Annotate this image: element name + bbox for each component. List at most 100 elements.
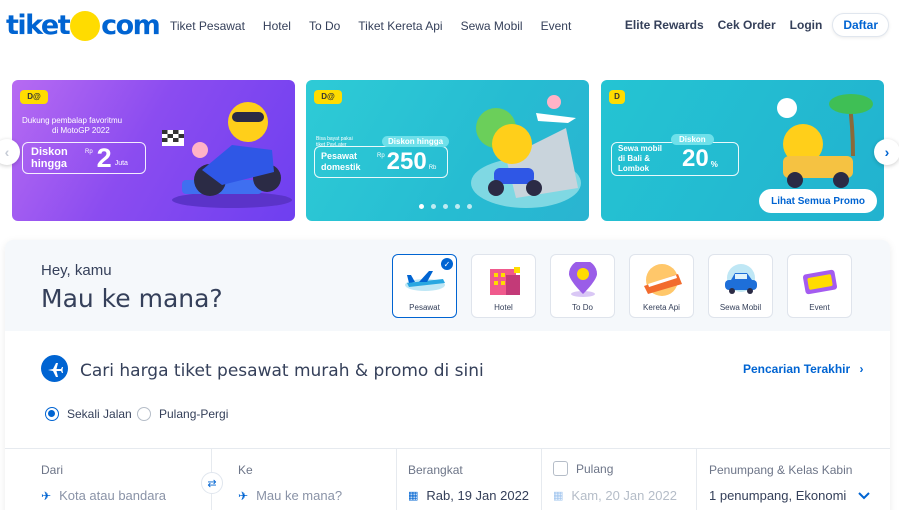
car-illustration: [777, 94, 873, 188]
logo-text-right: com: [101, 10, 161, 41]
calendar-icon: ▦: [408, 490, 419, 502]
product-selector: ✓ Pesawat Hotel To Do Kereta Api Sewa Mo…: [392, 254, 866, 318]
product-label: Kereta Api: [643, 303, 680, 312]
return-toggle[interactable]: Pulang: [553, 461, 613, 476]
promo-banner-pesawat[interactable]: D@ Bisa bayat pakai tiket PayLater Pesaw…: [306, 80, 589, 221]
carousel-dot[interactable]: [443, 204, 448, 209]
top-header: tiket com Tiket Pesawat Hotel To Do Tike…: [0, 0, 899, 56]
return-date-field[interactable]: Pulang ▦ Kam, 20 Jan 2022: [553, 448, 693, 510]
elite-rewards-link[interactable]: Elite Rewards: [625, 18, 704, 32]
swap-route-button[interactable]: ⇄: [201, 472, 223, 494]
banner-rp: Rp: [377, 153, 385, 159]
nav-event[interactable]: Event: [541, 18, 572, 34]
banner-rp: Rp: [85, 149, 93, 155]
banner-discount-pill: Sewa mobil di Bali & Lombok 20 %: [611, 142, 739, 176]
product-hotel[interactable]: Hotel: [471, 254, 536, 318]
logo-dot: [70, 11, 101, 41]
radio-checked-icon: [45, 407, 59, 421]
daftar-button[interactable]: Daftar: [832, 13, 889, 37]
banner-pill-title: Diskon: [671, 134, 714, 145]
airplane-icon: [403, 261, 447, 299]
passenger-dropdown[interactable]: 1 penumpang, Ekonomi: [709, 488, 871, 503]
depart-date-field[interactable]: Berangkat ▦ Rab, 19 Jan 2022: [408, 448, 542, 510]
search-headline: Cari harga tiket pesawat murah & promo d…: [80, 361, 484, 381]
banner-badge: D@: [314, 90, 342, 104]
banner-pill-title: Diskon hingga: [382, 136, 450, 147]
return-checkbox[interactable]: [553, 461, 568, 476]
main-nav: Tiket Pesawat Hotel To Do Tiket Kereta A…: [170, 18, 589, 34]
passenger-label: Penumpang & Kelas Kabin: [709, 463, 853, 477]
product-todo[interactable]: To Do: [550, 254, 615, 318]
carousel-dot[interactable]: [431, 204, 436, 209]
product-label: Sewa Mobil: [719, 303, 762, 312]
return-label: Pulang: [576, 461, 614, 476]
hotel-icon: [482, 261, 526, 299]
field-divider: [396, 448, 397, 510]
from-input[interactable]: ✈ Kota atau bandara: [41, 488, 166, 503]
takeoff-icon: ✈: [41, 488, 52, 503]
nav-sewa-mobil[interactable]: Sewa Mobil: [461, 18, 523, 34]
banner-discount-pill: Pesawat domestik Rp 250 Rb: [314, 146, 448, 178]
nav-hotel[interactable]: Hotel: [263, 18, 291, 34]
trip-one-way-radio[interactable]: Sekali Jalan: [45, 407, 132, 421]
cek-order-link[interactable]: Cek Order: [718, 18, 776, 32]
product-sewa-mobil[interactable]: Sewa Mobil: [708, 254, 773, 318]
airplane-icon: [41, 355, 68, 382]
product-event[interactable]: Event: [787, 254, 852, 318]
depart-date-text: Rab, 19 Jan 2022: [426, 488, 530, 503]
pencarian-terakhir-label: Pencarian Terakhir: [743, 362, 851, 376]
lihat-semua-promo-button[interactable]: Lihat Semua Promo: [759, 189, 877, 213]
return-date-text: Kam, 20 Jan 2022: [571, 488, 677, 503]
to-input[interactable]: ✈ Mau ke mana?: [238, 488, 342, 503]
train-icon: [640, 261, 684, 299]
product-label: To Do: [572, 303, 593, 312]
banner-pill-text: Diskon hingga: [31, 146, 68, 170]
promo-banner-motogp[interactable]: D@ Dukung pembalap favoritmu di MotoGP 2…: [12, 80, 295, 221]
product-label: Pesawat: [409, 303, 440, 312]
location-pin-icon: [561, 261, 605, 299]
swap-icon: ⇄: [207, 477, 217, 490]
product-label: Hotel: [494, 303, 513, 312]
to-placeholder: Mau ke mana?: [256, 488, 343, 503]
from-field[interactable]: Dari ✈ Kota atau bandara: [41, 448, 211, 510]
plane-scooter-illustration: [471, 95, 581, 208]
greeting-text: Hey, kamu: [41, 262, 112, 279]
nav-kereta-api[interactable]: Tiket Kereta Api: [358, 18, 442, 34]
banner-discount-pill: Diskon hingga Rp 2 Juta: [22, 142, 146, 174]
account-nav: Elite Rewards Cek Order Login Daftar: [611, 13, 889, 37]
trip-round-radio[interactable]: Pulang-Pergi: [137, 407, 228, 421]
banner-badge: D: [609, 90, 625, 104]
passenger-class-field[interactable]: Penumpang & Kelas Kabin 1 penumpang, Eko…: [709, 448, 885, 510]
passenger-value: 1 penumpang, Ekonomi: [709, 488, 847, 503]
product-kereta-api[interactable]: Kereta Api: [629, 254, 694, 318]
promo-banner-sewa-mobil[interactable]: D Sewa mobil di Bali & Lombok 20 % Disko…: [601, 80, 884, 221]
landing-icon: ✈: [238, 488, 249, 503]
tiket-logo[interactable]: tiket com: [6, 10, 161, 42]
chevron-down-icon: [858, 491, 871, 499]
nav-tiket-pesawat[interactable]: Tiket Pesawat: [170, 18, 245, 34]
return-date-value: ▦ Kam, 20 Jan 2022: [553, 488, 677, 503]
calendar-icon: ▦: [553, 490, 564, 502]
chevron-left-icon: ‹: [4, 144, 10, 160]
to-label: Ke: [238, 463, 253, 477]
banner-pill-text: Pesawat domestik: [321, 151, 361, 172]
from-label: Dari: [41, 463, 64, 477]
login-link[interactable]: Login: [790, 18, 823, 32]
car-icon: [719, 261, 763, 299]
banner-unit: Juta: [114, 160, 128, 167]
nav-todo[interactable]: To Do: [309, 18, 340, 34]
banner-pill-text: Sewa mobil di Bali & Lombok: [618, 144, 663, 173]
ticket-icon: [798, 261, 842, 299]
to-field[interactable]: Ke ✈ Mau ke mana?: [238, 448, 398, 510]
carousel-next-button[interactable]: ›: [874, 139, 899, 165]
banner-line2: di MotoGP 2022: [52, 126, 110, 135]
carousel-dots: [419, 204, 479, 209]
product-pesawat[interactable]: ✓ Pesawat: [392, 254, 457, 318]
carousel-dot[interactable]: [455, 204, 460, 209]
depart-date-value[interactable]: ▦ Rab, 19 Jan 2022: [408, 488, 529, 503]
pencarian-terakhir-link[interactable]: Pencarian Terakhir ›: [743, 362, 864, 376]
check-icon: ✓: [441, 258, 453, 270]
carousel-dot[interactable]: [419, 204, 424, 209]
carousel-dot[interactable]: [467, 204, 472, 209]
logo-text-left: tiket: [6, 10, 71, 41]
